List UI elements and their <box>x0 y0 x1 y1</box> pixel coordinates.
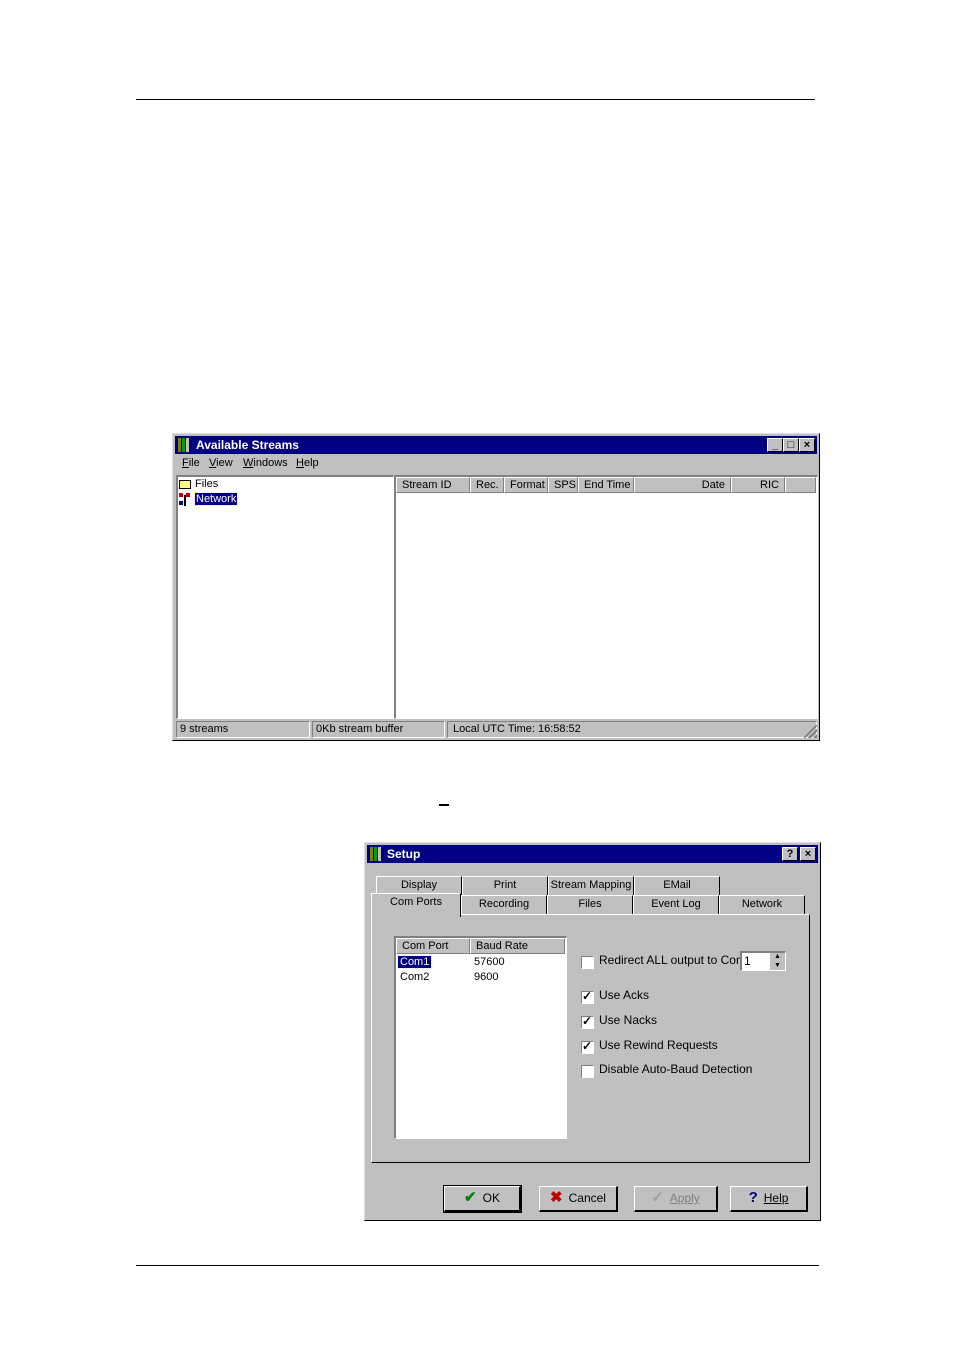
port-baud: 9600 <box>474 971 499 983</box>
use-rewind-requests-checkbox[interactable] <box>581 1039 594 1054</box>
tab-stream-mapping[interactable]: Stream Mapping <box>548 876 634 895</box>
cross-icon: ✖ <box>550 1189 563 1206</box>
window-title: Available Streams <box>196 438 299 452</box>
ok-button[interactable]: ✔ OK <box>443 1185 522 1213</box>
redirect-checkbox[interactable] <box>581 956 594 969</box>
tree-item-label: Files <box>195 478 219 490</box>
column-ric[interactable]: RIC <box>731 477 785 493</box>
column-com-port[interactable]: Com Port <box>396 938 470 954</box>
tab-recording[interactable]: Recording <box>461 895 547 914</box>
app-icon <box>370 847 384 861</box>
status-bar: 9 streams 0Kb stream buffer Local UTC Ti… <box>176 721 817 738</box>
column-format[interactable]: Format <box>504 477 548 493</box>
use-acks-label: Use Acks <box>599 988 650 1002</box>
tab-print[interactable]: Print <box>462 876 548 895</box>
checkmark-icon: ✔ <box>464 1189 477 1206</box>
bottom-rule <box>136 1265 819 1266</box>
use-acks-checkbox[interactable] <box>581 989 594 1004</box>
help-button[interactable]: ? Help <box>730 1186 808 1212</box>
apply-button[interactable]: ✓ Apply <box>634 1186 718 1212</box>
column-sps[interactable]: SPS <box>548 477 578 493</box>
help-icon[interactable]: ? <box>782 847 798 861</box>
cancel-button[interactable]: ✖ Cancel <box>539 1186 618 1212</box>
spinner-down-button[interactable]: ▼ <box>769 961 785 970</box>
menu-help[interactable]: Help <box>296 457 319 469</box>
resize-grip-icon[interactable] <box>804 725 817 738</box>
ok-label: OK <box>482 1191 500 1205</box>
menu-bar: File View Windows Help <box>182 457 382 471</box>
menu-file[interactable]: File <box>182 457 200 469</box>
tab-event-log[interactable]: Event Log <box>633 895 719 914</box>
title-bar[interactable]: Setup ? × <box>367 845 818 863</box>
help-label: Help <box>763 1191 789 1205</box>
apply-label: Apply <box>669 1191 700 1205</box>
status-utc-time: Local UTC Time: 16:58:52 <box>447 721 817 738</box>
question-mark-icon: ? <box>748 1189 758 1206</box>
stream-list-header: Stream ID Rec. Format SPS End Time Date … <box>396 477 816 493</box>
folder-icon <box>179 480 191 489</box>
checkmark-icon: ✓ <box>651 1189 664 1206</box>
redirect-label: Redirect ALL output to Com <box>599 953 746 967</box>
tab-files[interactable]: Files <box>547 895 633 914</box>
menu-view[interactable]: View <box>209 457 233 469</box>
cancel-label: Cancel <box>568 1191 606 1205</box>
list-item[interactable]: Com1 57600 <box>396 955 564 971</box>
column-end-time[interactable]: End Time <box>578 477 634 493</box>
available-streams-window: Available Streams _ □ × File View Window… <box>172 433 820 741</box>
column-stream-id[interactable]: Stream ID <box>396 477 470 493</box>
disable-auto-baud-label: Disable Auto-Baud Detection <box>599 1062 753 1076</box>
column-filler <box>785 477 816 493</box>
maximize-button[interactable]: □ <box>783 438 799 452</box>
tab-network[interactable]: Network <box>719 895 805 914</box>
setup-dialog: Setup ? × Display Print Stream Mapping E… <box>364 842 821 1221</box>
use-nacks-label: Use Nacks <box>599 1013 658 1027</box>
disable-auto-baud-checkbox[interactable] <box>581 1065 594 1078</box>
column-baud-rate[interactable]: Baud Rate <box>470 938 565 954</box>
tab-email[interactable]: EMail <box>634 876 720 895</box>
text-mark <box>439 804 449 806</box>
redirect-com-spinner[interactable]: 1 ▲ ▼ <box>740 951 786 971</box>
port-name: Com1 <box>396 955 433 969</box>
list-item[interactable]: Com2 9600 <box>398 971 564 986</box>
column-date[interactable]: Date <box>634 477 731 493</box>
minimize-button[interactable]: _ <box>767 438 783 452</box>
use-nacks-checkbox[interactable] <box>581 1014 594 1029</box>
top-rule <box>136 99 815 100</box>
status-stream-count: 9 streams <box>176 721 310 738</box>
dialog-title: Setup <box>387 847 421 861</box>
status-buffer: 0Kb stream buffer <box>312 721 445 738</box>
network-icon <box>179 493 191 506</box>
use-rewind-requests-label: Use Rewind Requests <box>599 1038 718 1052</box>
port-name: Com2 <box>400 971 430 983</box>
app-icon <box>178 438 192 452</box>
title-bar[interactable]: Available Streams _ □ × <box>175 436 817 454</box>
close-button[interactable]: × <box>799 438 815 452</box>
tab-com-ports[interactable]: Com Ports <box>371 893 461 917</box>
redirect-com-value[interactable]: 1 <box>744 954 751 968</box>
com-ports-panel: Com Port Baud Rate Com1 57600 Com2 9600 … <box>371 914 810 1163</box>
com-port-list[interactable]: Com Port Baud Rate Com1 57600 Com2 9600 <box>394 936 567 1139</box>
stream-list-pane[interactable]: Stream ID Rec. Format SPS End Time Date … <box>394 475 818 719</box>
menu-windows[interactable]: Windows <box>243 457 288 469</box>
tree-item-label: Network <box>193 492 239 506</box>
tree-pane[interactable]: Files Network <box>176 475 394 719</box>
port-baud: 57600 <box>474 956 505 968</box>
close-button[interactable]: × <box>800 847 816 861</box>
column-rec[interactable]: Rec. <box>470 477 504 493</box>
